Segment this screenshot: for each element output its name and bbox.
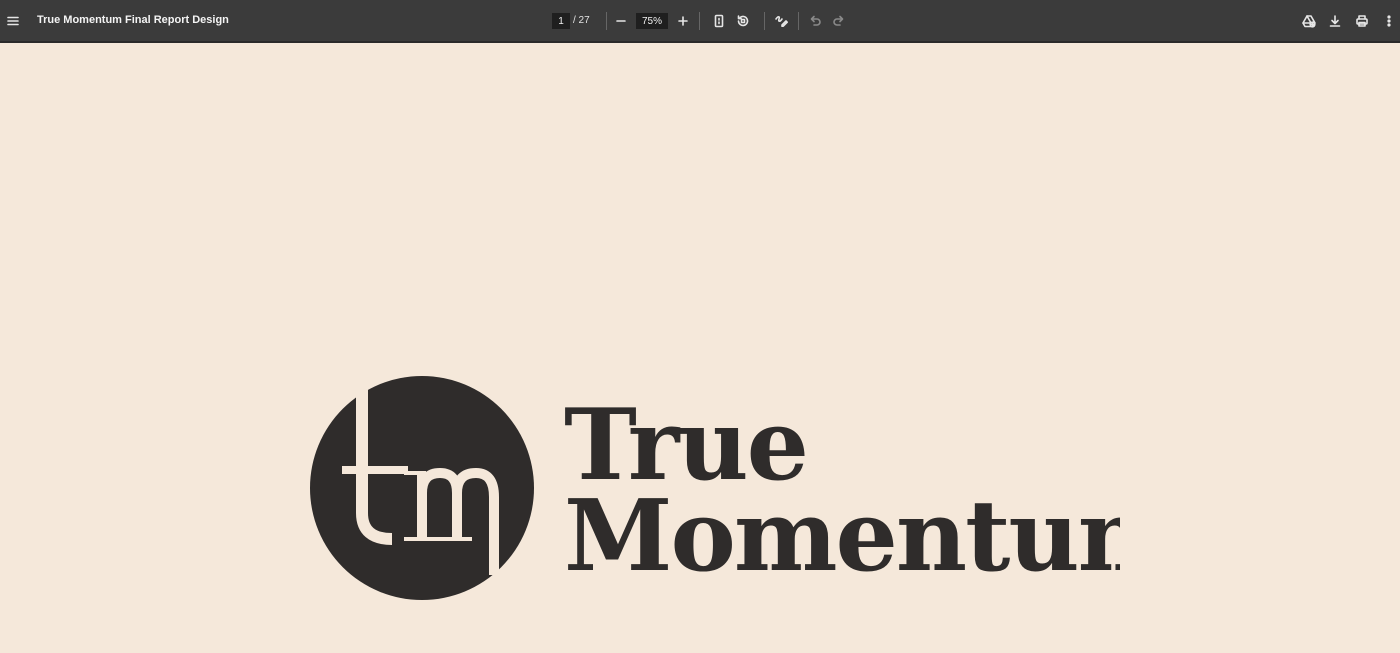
rotate-button[interactable] — [730, 8, 756, 34]
download-icon — [1329, 15, 1341, 27]
true-momentum-logo: True Momentum — [310, 376, 1120, 600]
undo-button[interactable] — [802, 8, 828, 34]
more-actions-button[interactable] — [1376, 8, 1400, 34]
pdf-toolbar: True Momentum Final Report Design / 27 — [0, 0, 1400, 43]
toolbar-divider — [606, 12, 607, 30]
download-button[interactable] — [1322, 8, 1348, 34]
printer-icon — [1356, 15, 1368, 27]
zoom-out-button[interactable] — [608, 8, 634, 34]
toolbar-divider — [798, 12, 799, 30]
plus-icon — [678, 16, 688, 26]
pdf-page: True Momentum — [0, 45, 1400, 653]
fit-page-button[interactable] — [706, 8, 732, 34]
minus-icon — [616, 20, 626, 22]
logo-wordmark-line2: Momentum — [564, 479, 1120, 594]
annotate-button[interactable] — [768, 8, 794, 34]
more-vertical-icon — [1387, 15, 1391, 27]
menu-icon — [7, 16, 19, 26]
undo-icon — [810, 15, 821, 26]
page-total: / 27 — [573, 15, 590, 26]
document-title: True Momentum Final Report Design — [37, 14, 229, 26]
page-number-input[interactable] — [552, 13, 570, 29]
redo-button[interactable] — [826, 8, 852, 34]
save-to-drive-button[interactable] — [1296, 8, 1322, 34]
draw-icon — [775, 15, 788, 27]
toolbar-divider — [699, 12, 700, 30]
zoom-in-button[interactable] — [670, 8, 696, 34]
print-button[interactable] — [1349, 8, 1375, 34]
menu-button[interactable] — [0, 8, 26, 34]
rotate-icon — [737, 15, 749, 27]
toolbar-divider — [764, 12, 765, 30]
drive-icon — [1302, 15, 1316, 28]
fit-page-icon — [714, 14, 724, 28]
zoom-input[interactable] — [636, 13, 668, 29]
redo-icon — [833, 15, 844, 26]
